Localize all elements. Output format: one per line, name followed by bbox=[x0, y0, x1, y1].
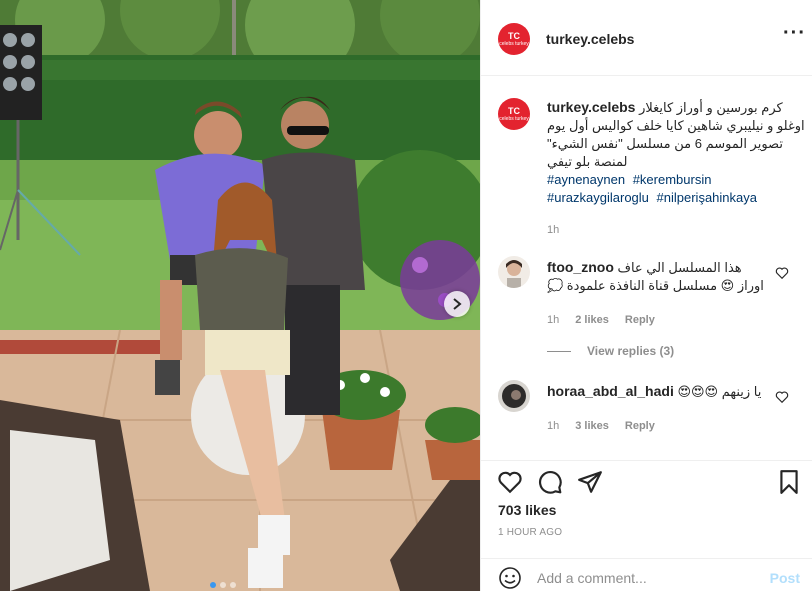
emoji-smiley-icon[interactable] bbox=[498, 566, 522, 590]
add-comment-input[interactable] bbox=[537, 567, 757, 589]
comment-body: ftoo_znoo هذا المسلسل الي عاف اوراز 😍 مس… bbox=[547, 258, 767, 329]
view-replies-link[interactable]: View replies (3) bbox=[547, 344, 674, 358]
caption-body: turkey.celebs كرم بورسين و أوراز كايغلار… bbox=[547, 98, 809, 239]
comment-username[interactable]: horaa_abd_al_hadi bbox=[547, 383, 674, 399]
hashtag-link[interactable]: #kerembursin bbox=[633, 172, 712, 187]
author-username[interactable]: turkey.celebs bbox=[546, 31, 634, 47]
reply-button[interactable]: Reply bbox=[625, 311, 655, 329]
share-paper-plane-icon[interactable] bbox=[577, 469, 603, 495]
caption-username[interactable]: turkey.celebs bbox=[547, 99, 635, 115]
commenter-avatar[interactable] bbox=[498, 256, 530, 288]
caption-hashtags: #aynenaynen #kerembursin #urazkaygilarog… bbox=[547, 171, 809, 207]
hashtag-link[interactable]: #nilperişahinkaya bbox=[657, 190, 757, 205]
next-photo-button[interactable] bbox=[444, 291, 470, 317]
comment-likes[interactable]: 2 likes bbox=[575, 311, 609, 329]
like-heart-icon[interactable] bbox=[497, 469, 523, 495]
comment-time: 1h bbox=[547, 314, 560, 326]
author-avatar[interactable]: TC celebs turkey bbox=[498, 23, 530, 55]
photo-illustration bbox=[0, 0, 480, 591]
brand-logo-subtitle: celebs turkey bbox=[499, 40, 529, 47]
chevron-right-icon bbox=[453, 298, 462, 310]
hashtag-link[interactable]: #urazkaygilaroglu bbox=[547, 190, 649, 205]
avatar-image bbox=[498, 380, 530, 412]
post-timestamp: 1 HOUR AGO bbox=[498, 527, 563, 538]
more-options-button[interactable]: ··· bbox=[783, 23, 807, 48]
comment-meta: 1h 3 likes Reply bbox=[547, 417, 767, 435]
avatar-image bbox=[498, 256, 530, 288]
post-side-panel: TC celebs turkey turkey.celebs ··· TC ce… bbox=[480, 0, 812, 591]
carousel-indicator bbox=[210, 582, 236, 588]
caption-avatar[interactable]: TC celebs turkey bbox=[498, 98, 530, 130]
comment-time: 1h bbox=[547, 420, 560, 432]
comment-meta: 1h 2 likes Reply bbox=[547, 311, 767, 329]
post-actions: 703 likes 1 HOUR AGO bbox=[481, 460, 812, 558]
comment-likes[interactable]: 3 likes bbox=[575, 417, 609, 435]
carousel-dot bbox=[230, 582, 236, 588]
like-comment-heart-icon[interactable] bbox=[775, 266, 789, 280]
likes-count[interactable]: 703 likes bbox=[498, 502, 556, 518]
comment-username[interactable]: ftoo_znoo bbox=[547, 259, 614, 275]
carousel-dot-active bbox=[210, 582, 216, 588]
replies-divider bbox=[547, 350, 571, 352]
brand-logo-mark: TC bbox=[508, 105, 520, 116]
save-bookmark-icon[interactable] bbox=[776, 469, 802, 495]
post-comment-button[interactable]: Post bbox=[770, 570, 800, 586]
reply-button[interactable]: Reply bbox=[625, 417, 655, 435]
hashtag-link[interactable]: #aynenaynen bbox=[547, 172, 625, 187]
comment-text: يا زينهم 😍😍😍 bbox=[677, 384, 762, 399]
brand-logo-mark: TC bbox=[508, 30, 520, 41]
view-replies-label: View replies (3) bbox=[587, 344, 675, 358]
instagram-post: TC celebs turkey turkey.celebs ··· TC ce… bbox=[0, 0, 812, 591]
carousel-dot bbox=[220, 582, 226, 588]
add-comment-bar: Post bbox=[481, 558, 812, 591]
post-header: TC celebs turkey turkey.celebs ··· bbox=[481, 0, 812, 76]
like-comment-heart-icon[interactable] bbox=[775, 390, 789, 404]
comment-body: horaa_abd_al_hadi يا زينهم 😍😍😍 1h 3 like… bbox=[547, 382, 767, 435]
commenter-avatar[interactable] bbox=[498, 380, 530, 412]
post-photo[interactable] bbox=[0, 0, 480, 591]
comments-section[interactable]: TC celebs turkey turkey.celebs كرم بورسي… bbox=[481, 76, 812, 460]
caption-time: 1h bbox=[547, 224, 560, 236]
comment-bubble-icon[interactable] bbox=[537, 469, 563, 495]
caption-meta: 1h bbox=[547, 221, 809, 239]
brand-logo-subtitle: celebs turkey bbox=[499, 115, 529, 122]
